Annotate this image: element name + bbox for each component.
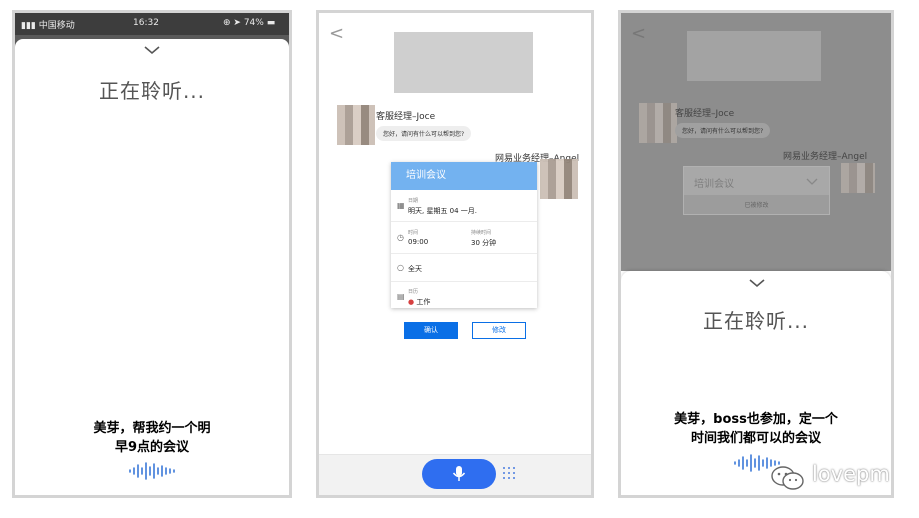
calendar-icon: ▦ xyxy=(397,201,405,210)
chevron-down-icon[interactable] xyxy=(143,45,161,55)
signal-carrier: ▮▮▮ 中国移动 xyxy=(21,21,75,31)
clock-icon: ◷ xyxy=(397,233,404,242)
banner-image xyxy=(394,32,533,93)
date-row: ▦ 日期 明天, 星期五 04 一月. xyxy=(391,190,537,222)
folder-icon: ▤ xyxy=(397,292,405,301)
utterance-line-1: 美芽，帮我约一个明 xyxy=(93,421,211,436)
chevron-down-icon xyxy=(806,178,818,185)
wechat-logo-icon xyxy=(771,466,804,490)
screen-listening-1: ▮▮▮ 中国移动 16:32 ⊕ ➤ 74% ▬ 正在聆听... 美芽，帮我约一… xyxy=(12,10,292,498)
user-avatar xyxy=(540,159,578,199)
screen-listening-2: < 客服经理–Joce 您好，请问有什么可以帮到您? 网易业务经理–Angel … xyxy=(618,10,894,498)
back-button[interactable]: < xyxy=(631,23,646,44)
voice-wave-icon xyxy=(129,462,175,480)
dimmed-chat-backdrop: < 客服经理–Joce 您好，请问有什么可以帮到您? 网易业务经理–Angel … xyxy=(621,13,891,271)
date-label: 日期 xyxy=(408,198,419,204)
meeting-card: 培训会议 ▦ 日期 明天, 星期五 04 一月. ◷ 时间 09:00 持续时间… xyxy=(391,162,537,308)
screen-meeting-card: < 客服经理–Joce 您好，请问有什么可以帮到您? 网易业务经理–Angel … xyxy=(316,10,594,498)
modify-button[interactable]: 修改 xyxy=(472,322,526,339)
back-button[interactable]: < xyxy=(329,23,344,44)
bottom-input-bar xyxy=(319,454,591,495)
agent-name: 客服经理–Joce xyxy=(376,112,436,122)
banner-image xyxy=(687,31,821,81)
utterance-line-1: 美芽，boss也参加，定一个 xyxy=(674,412,838,427)
listening-status: 正在聆听... xyxy=(98,79,206,103)
meeting-card-title: 培训会议 xyxy=(391,162,537,190)
mic-button[interactable] xyxy=(422,459,496,489)
allday-value: 全天 xyxy=(408,265,422,273)
microphone-icon xyxy=(452,466,466,481)
agent-greeting-bubble: 您好，请问有什么可以帮到您? xyxy=(376,126,472,141)
chevron-down-icon[interactable] xyxy=(748,278,766,288)
agent-avatar xyxy=(337,105,375,145)
duration-value: 30 分钟 xyxy=(471,239,497,247)
collapsed-meeting-card[interactable]: 培训会议 已被修改 xyxy=(683,166,830,215)
duration-label: 持续时间 xyxy=(471,230,492,236)
watermark-text: lovepm xyxy=(812,462,890,486)
calendar-row: ▤ 日历 ● 工作 xyxy=(391,282,537,311)
calendar-label: 日历 xyxy=(408,289,419,295)
time-row: ◷ 时间 09:00 持续时间 30 分钟 xyxy=(391,222,537,254)
calendar-value: ● 工作 xyxy=(408,298,431,306)
time-label: 时间 xyxy=(408,230,419,236)
date-value: 明天, 星期五 04 一月. xyxy=(408,207,478,215)
more-grid-icon[interactable] xyxy=(503,467,517,481)
agent-avatar xyxy=(639,103,677,143)
agent-greeting-bubble: 您好，请问有什么可以帮到您? xyxy=(675,123,771,138)
utterance-line-2: 早9点的会议 xyxy=(114,440,190,455)
collapsed-card-title: 培训会议 xyxy=(694,179,734,190)
status-time: 16:32 xyxy=(133,18,159,28)
agent-name: 客服经理–Joce xyxy=(675,109,735,119)
status-bar: ▮▮▮ 中国移动 16:32 ⊕ ➤ 74% ▬ xyxy=(15,13,289,35)
listening-status: 正在聆听... xyxy=(702,309,810,333)
allday-radio-icon: ○ xyxy=(397,263,404,272)
utterance-line-2: 时间我们都可以的会议 xyxy=(690,431,821,446)
voice-sheet: 正在聆听... 美芽，帮我约一个明 早9点的会议 xyxy=(15,39,289,495)
status-battery: ⊕ ➤ 74% ▬ xyxy=(223,18,276,28)
user-avatar xyxy=(841,163,875,193)
allday-row[interactable]: ○ 全天 xyxy=(391,254,537,282)
confirm-button[interactable]: 确认 xyxy=(404,322,458,339)
collapsed-card-status: 已被修改 xyxy=(744,202,769,209)
time-value: 09:00 xyxy=(408,238,429,246)
user-name: 网易业务经理–Angel xyxy=(783,152,868,162)
